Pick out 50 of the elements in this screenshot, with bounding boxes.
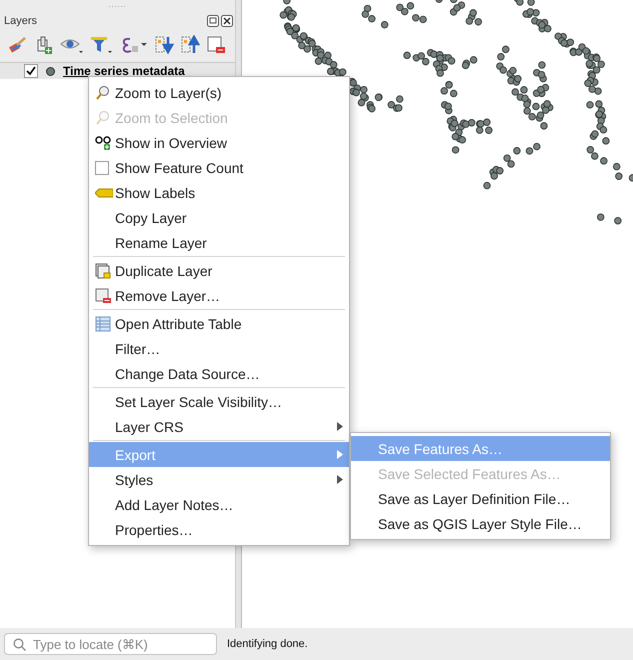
menu-item[interactable]: Remove Layer… — [89, 283, 349, 308]
point-cluster — [514, 0, 552, 32]
point-cluster — [396, 2, 427, 24]
menu-item[interactable]: Rename Layer — [89, 230, 349, 255]
table-icon — [95, 316, 111, 332]
paintbrush-icon[interactable] — [8, 35, 28, 55]
point-cluster — [435, 0, 482, 26]
menu-item[interactable]: Change Data Source… — [89, 361, 349, 386]
menu-item[interactable]: Properties… — [89, 517, 349, 542]
menu-item[interactable]: Styles — [89, 467, 349, 492]
close-icon[interactable] — [221, 15, 233, 27]
status-message: Identifying done. — [227, 638, 308, 650]
submenu-arrow-icon — [337, 450, 343, 459]
checkbox[interactable] — [95, 160, 109, 174]
duplicate-icon — [95, 262, 111, 278]
point-cluster — [483, 142, 540, 190]
menu-item[interactable]: Add Layer Notes… — [89, 492, 349, 517]
expression-icon[interactable] — [120, 35, 148, 55]
menu-item[interactable]: Show Labels — [89, 180, 349, 205]
menu-item[interactable]: Zoom to Layer(s) — [89, 80, 349, 105]
magnifier-icon — [95, 110, 111, 126]
panel-title: Layers — [4, 15, 38, 27]
drag-handle-icon[interactable] — [108, 4, 128, 8]
glasses-icon — [95, 134, 111, 150]
float-panel-icon[interactable] — [207, 15, 219, 27]
point-cluster — [362, 4, 388, 28]
submenu-arrow-icon — [337, 422, 343, 431]
search-icon — [13, 638, 26, 651]
menu-item[interactable]: Copy Layer — [89, 205, 349, 230]
point-cluster — [596, 213, 622, 224]
menu-item[interactable]: Layer CRS — [89, 414, 349, 439]
menu-item[interactable]: Set Layer Scale Visibility… — [89, 389, 349, 414]
menu-item[interactable]: Show Feature Count — [89, 155, 349, 180]
label-icon — [95, 188, 113, 198]
locator-search-field[interactable]: Type to locate (⌘K) — [4, 633, 217, 655]
menu-item[interactable]: Show in Overview — [89, 130, 349, 155]
menu-item[interactable]: Save as Layer Definition File… — [351, 486, 610, 511]
expand-all-icon[interactable] — [154, 35, 174, 55]
collapse-all-icon[interactable] — [180, 35, 200, 55]
point-symbol-icon — [46, 66, 55, 76]
magnifier-icon — [95, 84, 111, 100]
menu-item[interactable]: Duplicate Layer — [89, 258, 349, 283]
menu-item[interactable]: Open Attribute Table — [89, 311, 349, 336]
remove-layer-icon[interactable] — [206, 35, 226, 55]
submenu-arrow-icon — [337, 475, 343, 484]
remove-layer-icon — [95, 288, 111, 304]
filter-icon[interactable] — [90, 35, 114, 55]
menu-item[interactable]: Save as QGIS Layer Style File… — [351, 511, 610, 536]
menu-item[interactable]: Filter… — [89, 336, 349, 361]
layer-checkbox[interactable] — [24, 64, 38, 78]
